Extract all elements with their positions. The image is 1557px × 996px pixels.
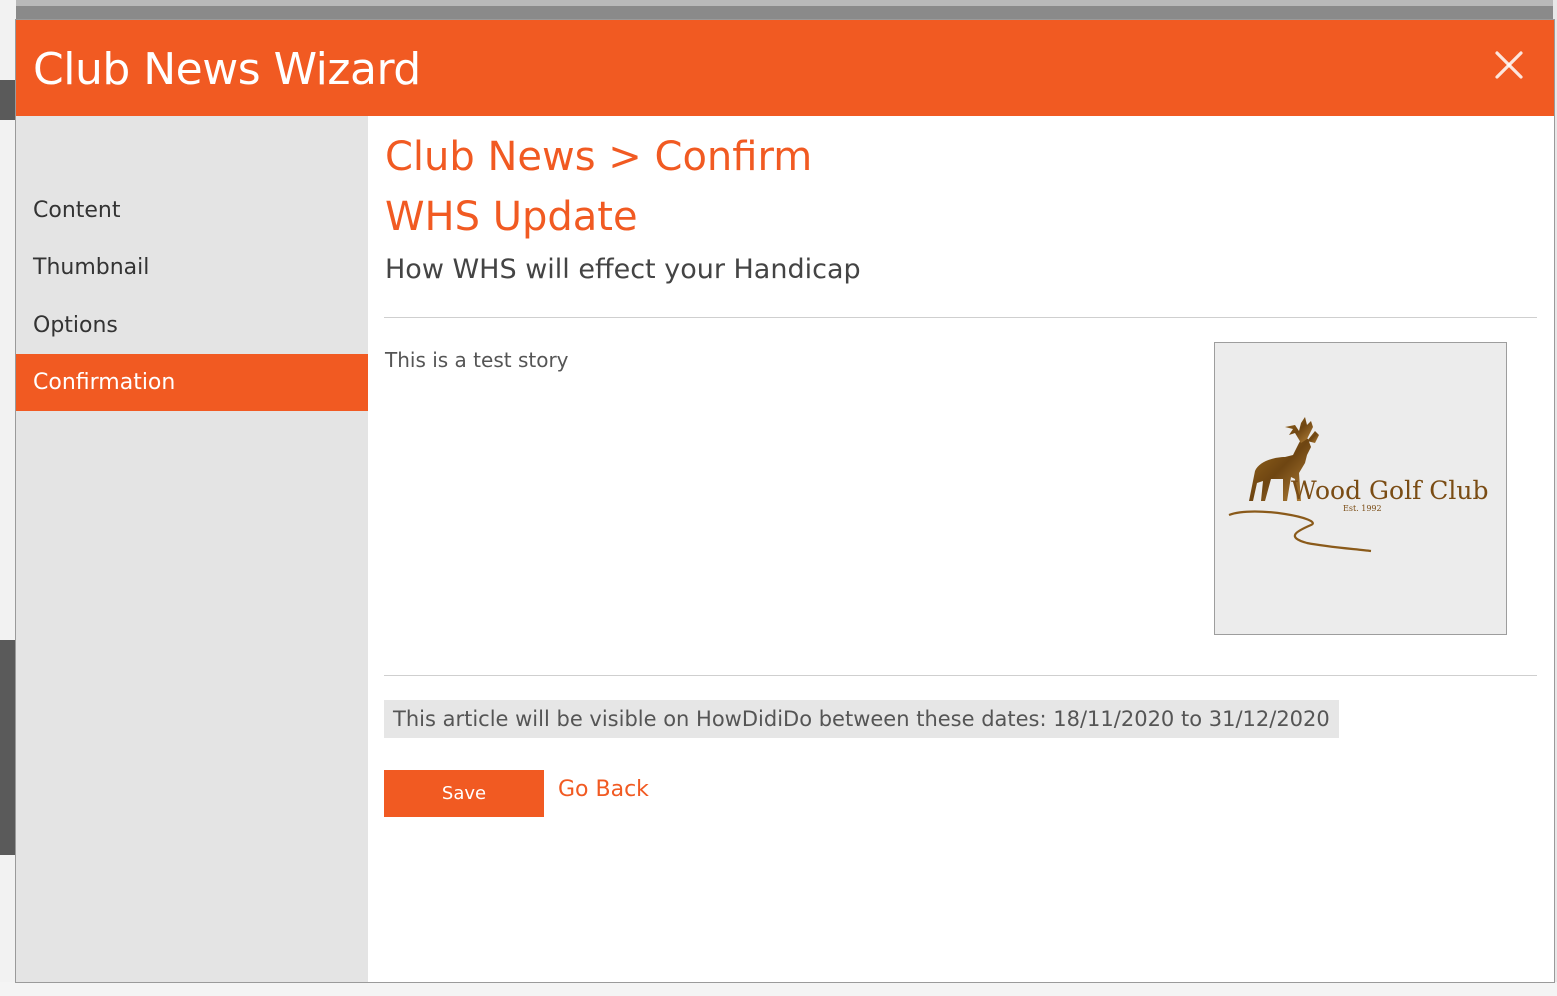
close-button[interactable] xyxy=(1494,50,1524,80)
sidebar-item-thumbnail[interactable]: Thumbnail xyxy=(16,239,368,296)
svg-text:Wood Golf Club: Wood Golf Club xyxy=(1291,476,1489,505)
backdrop-bottom xyxy=(0,982,1557,996)
article-title: WHS Update xyxy=(385,194,638,240)
visibility-dates-notice: This article will be visible on HowDidiD… xyxy=(384,700,1339,738)
save-button[interactable]: Save xyxy=(384,770,544,817)
backdrop xyxy=(0,0,1557,6)
breadcrumb: Club News > Confirm xyxy=(385,134,813,180)
sidebar-item-options[interactable]: Options xyxy=(16,297,368,354)
svg-text:Est. 1992: Est. 1992 xyxy=(1343,504,1382,513)
close-icon xyxy=(1495,51,1523,79)
sidebar-item-content[interactable]: Content xyxy=(16,182,368,239)
club-news-wizard-dialog: Club News Wizard Content Thumbnail Optio… xyxy=(16,20,1554,982)
confirmation-panel: Club News > Confirm WHS Update How WHS w… xyxy=(368,116,1554,982)
divider xyxy=(384,317,1537,318)
dialog-title: Club News Wizard xyxy=(33,44,421,95)
backdrop-left xyxy=(0,0,16,996)
wizard-steps-sidebar: Content Thumbnail Options Confirmation xyxy=(16,116,368,982)
divider xyxy=(384,675,1537,676)
sidebar-item-confirmation[interactable]: Confirmation xyxy=(16,354,368,411)
story-text: This is a test story xyxy=(385,348,569,372)
club-logo: Wood Golf Club Est. 1992 xyxy=(1228,417,1489,553)
thumbnail-preview: Wood Golf Club Est. 1992 xyxy=(1214,342,1507,635)
dialog-header: Club News Wizard xyxy=(16,20,1554,116)
article-subtitle: How WHS will effect your Handicap xyxy=(385,254,861,285)
go-back-link[interactable]: Go Back xyxy=(558,774,649,806)
